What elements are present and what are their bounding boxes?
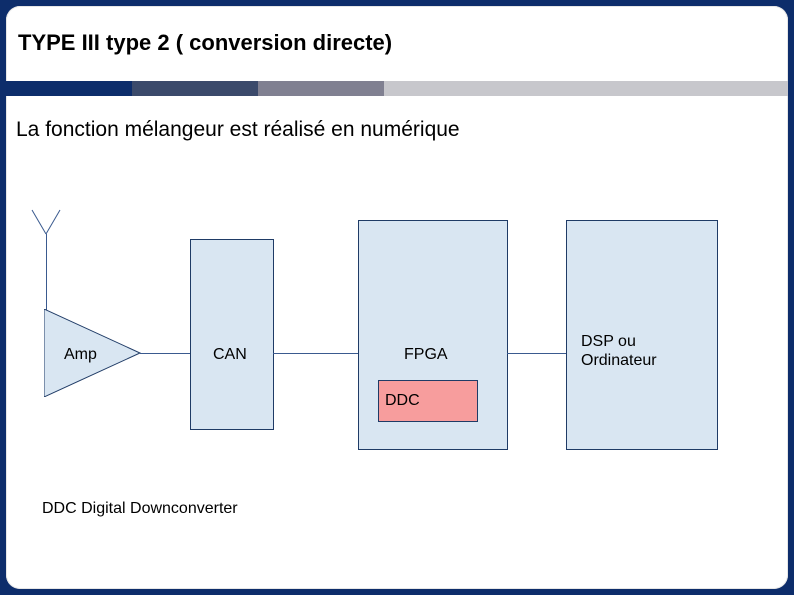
dsp-label: DSP ou Ordinateur [581,332,657,370]
slide-card: TYPE III type 2 ( conversion directe) La… [6,6,788,589]
can-label: CAN [213,346,247,364]
can-block [190,239,274,430]
amplifier-label: Amp [64,346,97,364]
footer-note: DDC Digital Downconverter [42,500,238,518]
dsp-label-line2: Ordinateur [581,352,657,369]
link-can-fpga [273,353,358,354]
ddc-block: DDC [378,380,478,422]
link-fpga-dsp [507,353,566,354]
ddc-label: DDC [385,392,420,410]
dsp-label-line1: DSP ou [581,333,636,350]
fpga-label: FPGA [404,346,448,364]
link-amp-can [140,353,190,354]
